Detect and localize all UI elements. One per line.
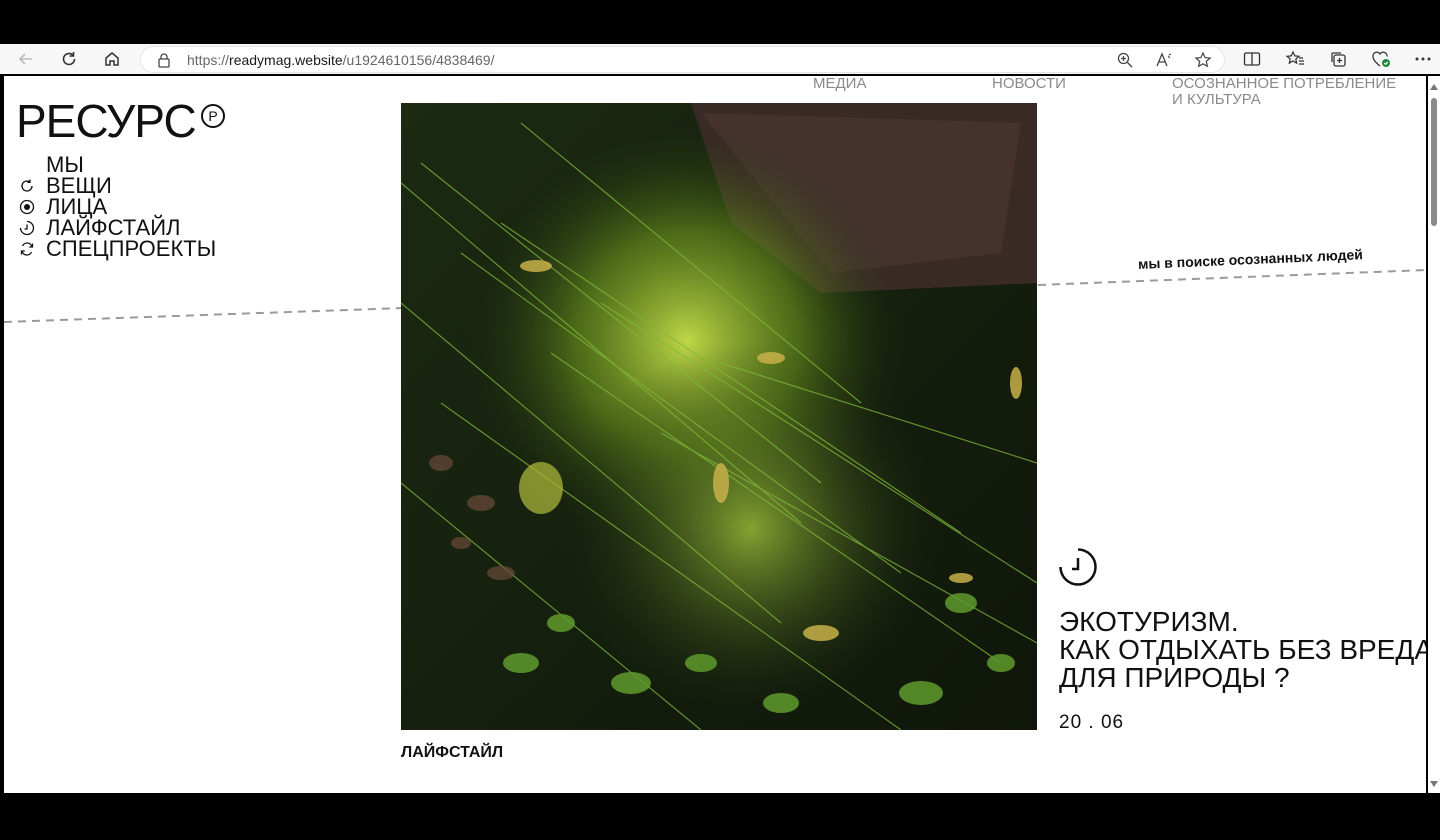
- refresh-arc-icon: [18, 177, 36, 195]
- menu-item-veshchi[interactable]: ВЕЩИ: [18, 174, 216, 196]
- nav-link-line: ОСОЗНАННОЕ ПОТРЕБЛЕНИЕ: [1172, 76, 1397, 92]
- zoom-icon[interactable]: [1115, 50, 1135, 70]
- menu-item-my[interactable]: МЫ: [18, 153, 216, 175]
- menu-item-litsa[interactable]: ЛИЦА: [18, 195, 216, 217]
- article-photo[interactable]: [401, 103, 1037, 730]
- browser-toolbar: https://readymag.website/u1924610156/483…: [0, 44, 1440, 74]
- nav-link-line: И КУЛЬТУРА: [1172, 91, 1261, 108]
- more-icon[interactable]: [1411, 47, 1435, 71]
- favorites-icon[interactable]: [1283, 47, 1307, 71]
- site-logo[interactable]: РЕСУРС: [16, 98, 197, 144]
- back-icon[interactable]: [14, 47, 38, 71]
- nav-link-news[interactable]: НОВОСТИ: [992, 76, 1066, 92]
- clock-icon: [1058, 547, 1098, 592]
- address-bar[interactable]: https://readymag.website/u1924610156/483…: [140, 46, 1225, 73]
- nav-link-media[interactable]: МЕДИА: [813, 76, 866, 92]
- article-date: 20 . 06: [1059, 712, 1125, 733]
- cycle-arrows-icon: [18, 240, 36, 258]
- browser-essentials-icon[interactable]: [1369, 47, 1393, 71]
- home-icon[interactable]: [100, 47, 124, 71]
- lock-icon[interactable]: [157, 52, 171, 73]
- menu-item-specprojects[interactable]: СПЕЦПРОЕКТЫ: [18, 235, 217, 261]
- page-scrollbar[interactable]: [1428, 76, 1440, 793]
- scroll-thumb[interactable]: [1431, 98, 1437, 226]
- menu-item-label: СПЕЦПРОЕКТЫ: [46, 235, 217, 261]
- menu-item-lifestyle[interactable]: ЛАЙФСТАЙЛ: [18, 216, 216, 238]
- article-title[interactable]: ЭКОТУРИЗМ. КАК ОТДЫХАТЬ БЕЗ ВРЕДА ДЛЯ ПР…: [1059, 608, 1426, 692]
- registered-mark-icon: P: [201, 104, 225, 128]
- scroll-down-arrow-icon[interactable]: [1430, 781, 1438, 787]
- side-menu: МЫ ВЕЩИ ЛИЦА ЛАЙФСТАЙЛ СПЕЦПРОЕКТЫ: [18, 153, 217, 261]
- reload-icon[interactable]: [57, 47, 81, 71]
- clock-icon: [18, 219, 36, 237]
- scroll-up-arrow-icon[interactable]: [1430, 84, 1438, 90]
- target-dot-icon: [18, 198, 36, 216]
- split-screen-icon[interactable]: [1240, 47, 1264, 71]
- url-text[interactable]: https://readymag.website/u1924610156/483…: [187, 52, 494, 68]
- nav-link-conscious-consumption[interactable]: ОСОЗНАННОЕ ПОТРЕБЛЕНИЕ И КУЛЬТУРА: [1172, 76, 1396, 108]
- collections-icon[interactable]: [1326, 47, 1350, 71]
- photo-category-caption[interactable]: ЛАЙФСТАЙЛ: [401, 744, 503, 762]
- article-title-line: КАК ОТДЫХАТЬ БЕЗ ВРЕДА: [1059, 634, 1426, 665]
- article-title-line: ДЛЯ ПРИРОДЫ ?: [1059, 662, 1290, 693]
- read-aloud-icon[interactable]: [1154, 50, 1174, 70]
- favorite-star-icon[interactable]: [1193, 50, 1213, 70]
- article-title-line: ЭКОТУРИЗМ.: [1059, 606, 1239, 637]
- web-page: РЕСУРС P МЫ ВЕЩИ ЛИЦА ЛАЙФСТАЙЛ СПЕЦПРОЕ…: [4, 76, 1426, 793]
